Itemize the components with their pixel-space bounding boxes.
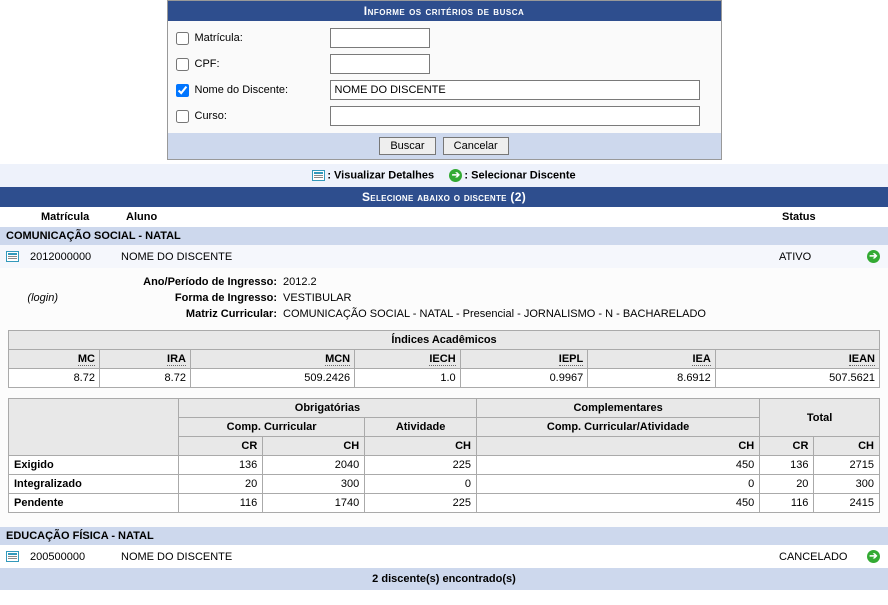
curso-input[interactable]	[330, 106, 700, 126]
forma-label: Forma de Ingresso:	[68, 292, 283, 304]
column-headers: Matrícula Aluno Status	[0, 207, 888, 227]
cpf-input[interactable]	[330, 54, 430, 74]
nome-checkbox[interactable]	[176, 84, 189, 97]
student-status: ATIVO	[779, 251, 864, 263]
table-row: Integralizado 20 300 0 0 20 300	[9, 475, 880, 494]
details-icon[interactable]	[6, 251, 19, 262]
cancelar-button[interactable]: Cancelar	[443, 137, 509, 155]
ano-value: 2012.2	[283, 276, 880, 288]
matricula-checkbox[interactable]	[176, 32, 189, 45]
student-name: NOME DO DISCENTE	[121, 251, 779, 263]
student-status: CANCELADO	[779, 551, 864, 563]
forma-value: VESTIBULAR	[283, 292, 880, 304]
matricula-input[interactable]	[330, 28, 430, 48]
col-aluno: Aluno	[126, 211, 782, 223]
student-row-1[interactable]: 2012000000 NOME DO DISCENTE ATIVO ➔	[0, 245, 888, 268]
table-row: Exigido 136 2040 225 450 136 2715	[9, 456, 880, 475]
search-header: Informe os critérios de busca	[168, 1, 721, 21]
curso-checkbox[interactable]	[176, 110, 189, 123]
matriz-value: COMUNICAÇÃO SOCIAL - NATAL - Presencial …	[283, 308, 880, 320]
nome-input[interactable]	[330, 80, 700, 100]
login-label: (login)	[8, 292, 68, 304]
nome-label: Nome do Discente:	[195, 84, 330, 96]
select-header: Selecione abaixo o discente (2)	[0, 187, 888, 207]
buscar-button[interactable]: Buscar	[379, 137, 435, 155]
select-student-icon[interactable]: ➔	[867, 250, 880, 263]
cpf-checkbox[interactable]	[176, 58, 189, 71]
select-student-icon[interactable]: ➔	[867, 550, 880, 563]
matriz-label: Matriz Curricular:	[8, 308, 283, 320]
course-title-2: EDUCAÇÃO FÍSICA - NATAL	[0, 527, 888, 545]
indices-table: Índices Acadêmicos MC IRA MCN IECH IEPL …	[8, 330, 880, 388]
details-icon[interactable]	[6, 551, 19, 562]
hours-table: Obrigatórias Complementares Total Comp. …	[8, 398, 880, 513]
student-matricula: 2012000000	[26, 251, 121, 263]
student-matricula: 200500000	[26, 551, 121, 563]
col-matricula: Matrícula	[41, 211, 126, 223]
details-icon	[312, 170, 325, 181]
table-row: Pendente 116 1740 225 450 116 2415	[9, 494, 880, 513]
matricula-label: Matrícula:	[195, 32, 330, 44]
curso-label: Curso:	[195, 110, 330, 122]
student-name: NOME DO DISCENTE	[121, 551, 779, 563]
student-row-2[interactable]: 200500000 NOME DO DISCENTE CANCELADO ➔	[0, 545, 888, 568]
col-status: Status	[782, 211, 882, 223]
ano-label: Ano/Período de Ingresso:	[8, 276, 283, 288]
result-count: 2 discente(s) encontrado(s)	[0, 568, 888, 590]
course-title-1: COMUNICAÇÃO SOCIAL - NATAL	[0, 227, 888, 245]
student-details: Ano/Período de Ingresso: 2012.2 (login) …	[0, 268, 888, 527]
search-criteria-panel: Informe os critérios de busca Matrícula:…	[167, 0, 722, 160]
select-icon: ➔	[449, 169, 462, 182]
legend-bar: : Visualizar Detalhes ➔: Selecionar Disc…	[0, 164, 888, 187]
cpf-label: CPF:	[195, 58, 330, 70]
